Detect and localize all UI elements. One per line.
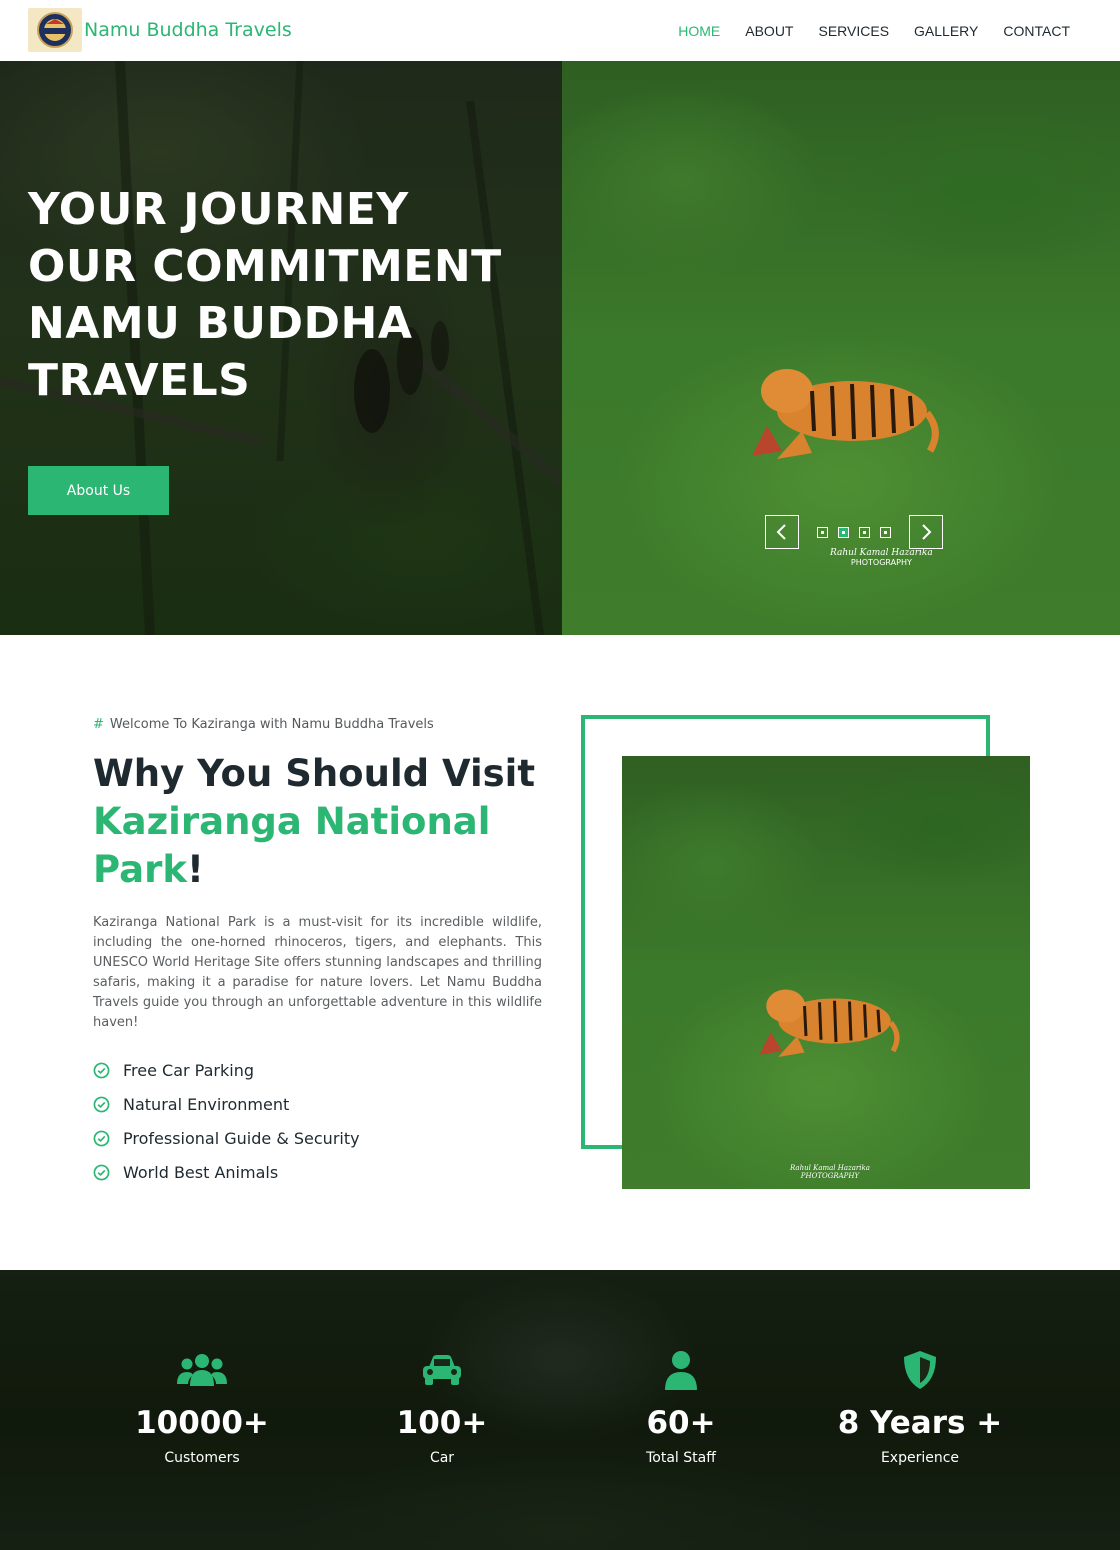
users-icon: [102, 1350, 302, 1390]
tiger-illustration: [759, 989, 900, 1057]
feature-label: Natural Environment: [123, 1094, 290, 1114]
about-title: Why You Should Visit Kaziranga National …: [93, 750, 553, 894]
stat-label: Car: [429, 1450, 455, 1466]
brand[interactable]: Namu Buddha Travels: [28, 8, 292, 52]
about-title-part1: Why You Should Visit: [93, 752, 536, 795]
nav-item-home[interactable]: HOME: [678, 23, 720, 39]
hero-title-line-1: YOUR JOURNEY: [28, 184, 409, 235]
stat-experience: 8 Years + Experience: [820, 1350, 1020, 1466]
hero-photo-watermark: Rahul Kamal Hazarika PHOTOGRAPHY: [830, 548, 933, 568]
stat-customers: 10000+ Customers: [102, 1350, 302, 1466]
hero-title-line-3: NAMU BUDDHA: [28, 298, 413, 349]
stat-value: 100+: [396, 1405, 488, 1441]
stat-label: Experience: [880, 1450, 960, 1466]
chevron-right-icon: [922, 524, 932, 540]
about-watermark-line-2: PHOTOGRAPHY: [800, 1172, 860, 1180]
slider-dot-2[interactable]: [838, 526, 849, 538]
about-photo-watermark: Rahul Kamal Hazarika PHOTOGRAPHY: [790, 1164, 870, 1180]
check-circle-icon: [93, 1130, 110, 1146]
brand-name: Namu Buddha Travels: [84, 19, 292, 41]
feature-item: Natural Environment: [93, 1087, 360, 1121]
nav-item-contact[interactable]: CONTACT: [1003, 23, 1070, 39]
about-title-highlight: Kaziranga National Park: [93, 800, 491, 891]
feature-label: World Best Animals: [123, 1162, 279, 1182]
slider-prev-button[interactable]: [765, 515, 799, 549]
check-circle-icon: [93, 1062, 110, 1078]
slider-dots: [812, 526, 896, 538]
stat-value: 60+: [646, 1405, 716, 1441]
check-circle-icon: [93, 1096, 110, 1112]
stat-label: Customers: [164, 1450, 240, 1466]
stat-car: 100+ Car: [342, 1350, 542, 1466]
tiger-illustration: [752, 369, 939, 459]
feature-item: World Best Animals: [93, 1155, 360, 1189]
shield-icon: [820, 1350, 1020, 1390]
about-us-button[interactable]: About Us: [28, 466, 169, 515]
stat-staff: 60+ Total Staff: [581, 1350, 781, 1466]
stats-section: 10000+ Customers 100+ Car 60+ Total Staf…: [0, 1270, 1120, 1550]
stat-value: 10000+: [135, 1405, 269, 1441]
slider-dot-4[interactable]: [880, 526, 891, 538]
chevron-left-icon: [776, 524, 786, 540]
slider-controls: [765, 515, 943, 549]
slider-next-button[interactable]: [909, 515, 943, 549]
feature-list: Free Car Parking Natural Environment Pro…: [93, 1053, 360, 1189]
nav-item-gallery[interactable]: GALLERY: [914, 23, 978, 39]
slider-dot-3[interactable]: [859, 526, 870, 538]
hero-slider: YOUR JOURNEY OUR COMMITMENT NAMU BUDDHA …: [0, 61, 1120, 635]
feature-label: Free Car Parking: [123, 1060, 254, 1080]
navbar: Namu Buddha Travels HOME ABOUT SERVICES …: [0, 0, 1120, 61]
nbt-logo-icon: [28, 8, 82, 52]
nav-item-about[interactable]: ABOUT: [745, 23, 793, 39]
about-description: Kaziranga National Park is a must-visit …: [93, 915, 542, 1030]
nav-item-services[interactable]: SERVICES: [818, 23, 889, 39]
stat-label: Total Staff: [646, 1450, 716, 1466]
feature-item: Professional Guide & Security: [93, 1121, 360, 1155]
about-title-end: !: [186, 848, 204, 891]
check-circle-icon: [93, 1164, 110, 1180]
eyebrow-text: Welcome To Kaziranga with Namu Buddha Tr…: [109, 717, 434, 732]
hero-title-line-4: TRAVELS: [28, 355, 251, 406]
about-tiger-image: Rahul Kamal Hazarika PHOTOGRAPHY: [622, 756, 1030, 1189]
section-eyebrow: # Welcome To Kaziranga with Namu Buddha T…: [93, 717, 434, 732]
eyebrow-hash: #: [93, 717, 104, 732]
feature-item: Free Car Parking: [93, 1053, 360, 1087]
hero-watermark-line-2: PHOTOGRAPHY: [850, 558, 912, 567]
user-icon: [581, 1350, 781, 1390]
about-watermark-line-1: Rahul Kamal Hazarika: [790, 1164, 870, 1172]
stat-value: 8 Years +: [837, 1405, 1003, 1441]
feature-label: Professional Guide & Security: [123, 1128, 360, 1148]
main-nav: HOME ABOUT SERVICES GALLERY CONTACT: [653, 0, 1070, 61]
hero-title: YOUR JOURNEY OUR COMMITMENT NAMU BUDDHA …: [28, 181, 508, 409]
hero-watermark-line-1: Rahul Kamal Hazarika: [830, 548, 933, 558]
car-icon: [342, 1350, 542, 1390]
hero-title-line-2: OUR COMMITMENT: [28, 241, 502, 292]
slider-dot-1[interactable]: [817, 526, 828, 538]
